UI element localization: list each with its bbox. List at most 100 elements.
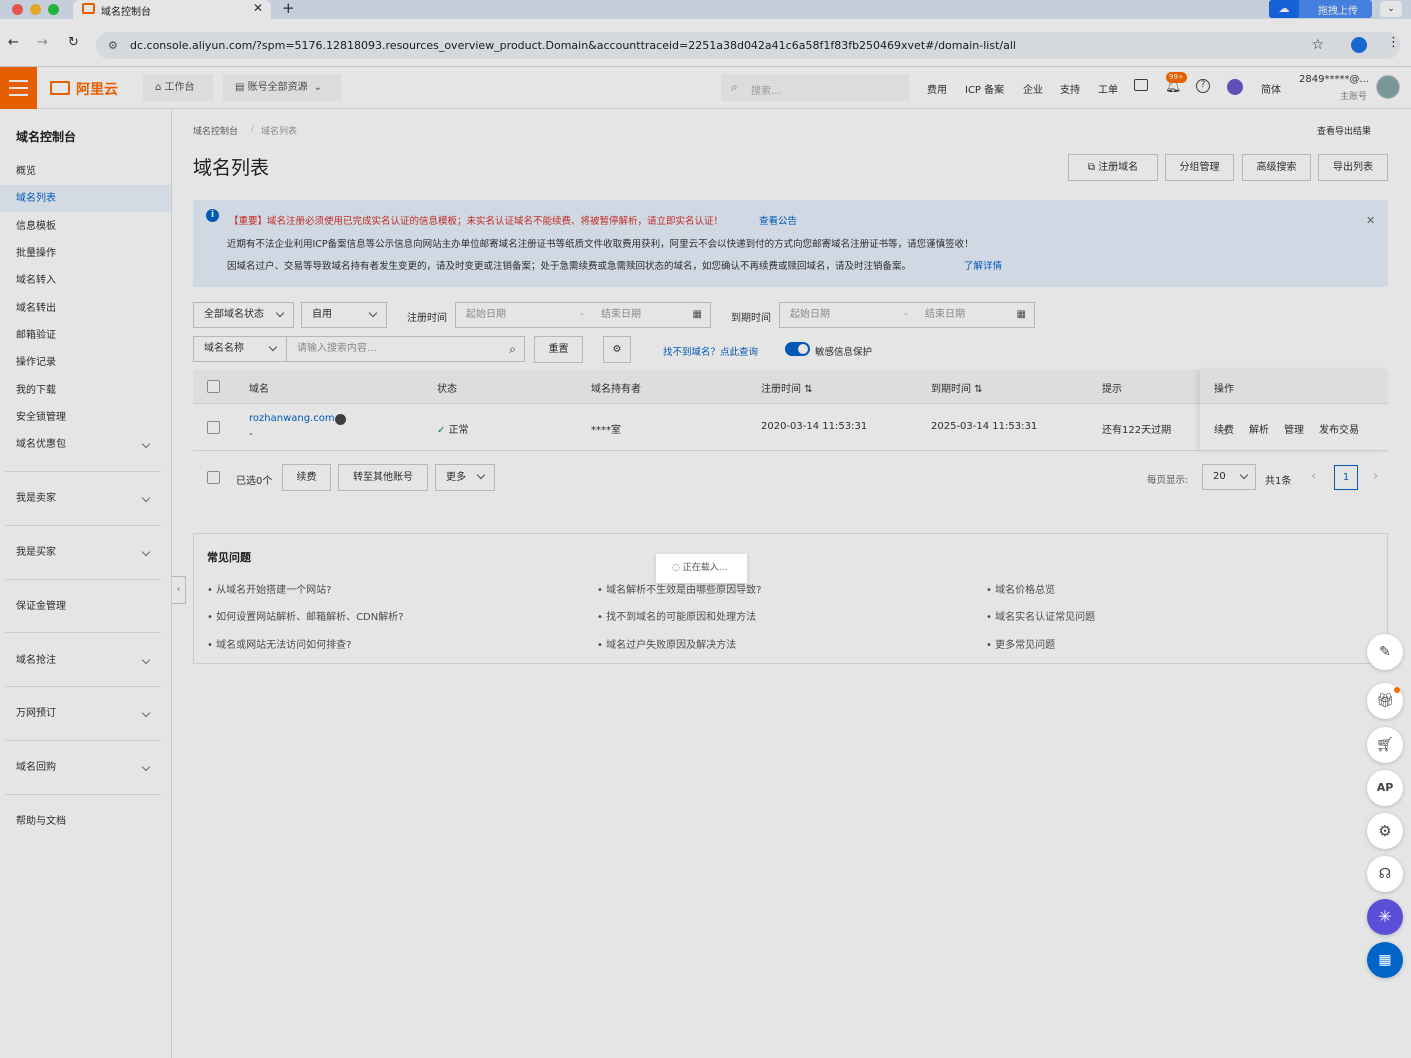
faq-item[interactable]: • 域名或网站无法访问如何排查? [207, 636, 351, 651]
group-manage-button[interactable]: 分组管理 [1165, 154, 1234, 181]
profile-icon[interactable] [1351, 37, 1367, 53]
usage-select[interactable]: 自用 [301, 302, 387, 328]
faq-item[interactable]: • 从域名开始搭建一个网站? [207, 581, 331, 596]
header-exp-time[interactable]: 到期时间 ⇅ [931, 380, 983, 395]
tab-list-icon[interactable]: ⌄ [1380, 1, 1402, 17]
gear-icon[interactable]: ⚙ [1367, 813, 1403, 849]
faq-item[interactable]: • 域名价格总览 [986, 581, 1055, 596]
headset-icon[interactable]: ☊ [1367, 856, 1403, 892]
view-export-result-link[interactable]: 查看导出结果 [1317, 124, 1371, 137]
nav-link-support[interactable]: 支持 [1060, 81, 1080, 96]
close-notice-icon[interactable]: ✕ [1366, 214, 1375, 227]
sidebar-group-backorder[interactable]: 域名抢注 [0, 647, 171, 674]
search-icon[interactable]: ⌕ [509, 337, 516, 361]
header-reg-time[interactable]: 注册时间 ⇅ [761, 380, 813, 395]
reload-icon[interactable]: ↻ [68, 35, 79, 50]
notice-announcement-link[interactable]: 查看公告 [759, 213, 797, 227]
sidebar-group-seller[interactable]: 我是卖家 [0, 485, 171, 512]
reset-button[interactable]: 重置 [534, 336, 583, 363]
upload-widget[interactable]: ☁ 拖拽上传 [1269, 0, 1372, 18]
sidebar-item-templates[interactable]: 信息模板 [0, 213, 171, 240]
menu-icon[interactable] [0, 67, 37, 109]
close-tab-icon[interactable]: ✕ [253, 1, 263, 15]
domain-search-input[interactable]: 请输入搜索内容... ⌕ [286, 336, 525, 362]
avatar[interactable] [1376, 75, 1400, 99]
register-domain-button[interactable]: ⧉ 注册域名 [1068, 154, 1158, 181]
nav-link-icp[interactable]: ICP 备案 [965, 81, 1004, 96]
notice-details-link[interactable]: 了解详情 [964, 258, 1002, 272]
more-dropdown[interactable]: 更多 [435, 464, 495, 491]
prev-page-icon[interactable]: ‹ [1311, 469, 1316, 484]
faq-item[interactable]: • 域名实名认证常见问题 [986, 608, 1095, 623]
cart-icon[interactable]: 🛒︎ [1367, 727, 1403, 763]
resources-dropdown[interactable]: ▤ 账号全部资源 ⌄ [223, 74, 341, 101]
dns-link[interactable]: 解析 [1249, 421, 1269, 436]
workbench-button[interactable]: ⌂ 工作台 [143, 74, 213, 101]
footer-select-all-checkbox[interactable] [207, 471, 220, 484]
faq-item[interactable]: • 域名过户失败原因及解决方法 [597, 636, 736, 651]
page-number-button[interactable]: 1 [1334, 465, 1358, 490]
privacy-toggle[interactable] [785, 342, 810, 356]
domain-not-found-link[interactable]: 找不到域名？点此查询 [663, 344, 758, 358]
sidebar-group-deposit[interactable]: 保证金管理 [0, 593, 171, 620]
settings-gear-icon[interactable]: ⚙ [603, 336, 631, 363]
language-switch[interactable]: 简体 [1261, 81, 1281, 96]
edit-icon[interactable]: ✎ [1367, 634, 1403, 670]
sidebar-item-downloads[interactable]: 我的下载 [0, 377, 171, 404]
maximize-window-button[interactable] [48, 4, 59, 15]
next-page-icon[interactable]: › [1373, 469, 1378, 484]
publish-trade-link[interactable]: 发布交易 [1319, 421, 1359, 436]
browser-menu-icon[interactable]: ⋮ [1387, 35, 1400, 50]
row-checkbox[interactable] [207, 421, 220, 434]
sidebar-group-reserve[interactable]: 万网预订 [0, 700, 171, 727]
export-list-button[interactable]: 导出列表 [1318, 154, 1388, 181]
batch-renew-button[interactable]: 续费 [282, 464, 331, 491]
status-select[interactable]: 全部域名状态 [193, 302, 294, 328]
sidebar-group-buyer[interactable]: 我是买家 [0, 539, 171, 566]
nav-link-ticket[interactable]: 工单 [1098, 81, 1118, 96]
address-bar[interactable]: ⚙ dc.console.aliyun.com/?spm=5176.128180… [96, 32, 1400, 59]
faq-item[interactable]: • 如何设置网站解析、邮箱解析、CDN解析? [207, 608, 404, 623]
faq-item[interactable]: • 域名解析不生效是由哪些原因导致? [597, 581, 761, 596]
sidebar-item-discount-pack[interactable]: 域名优惠包 [0, 431, 171, 458]
domain-link[interactable]: rozhanwang.com [249, 413, 335, 424]
sidebar-group-buyback[interactable]: 域名回购 [0, 754, 171, 781]
terminal-icon[interactable] [1134, 79, 1148, 91]
sidebar-item-batch[interactable]: 批量操作 [0, 240, 171, 267]
minimize-window-button[interactable] [30, 4, 41, 15]
collapse-sidebar-icon[interactable]: ‹ [172, 576, 186, 604]
back-icon[interactable]: ← [8, 35, 19, 50]
apps-grid-icon[interactable]: ▦ [1367, 942, 1403, 978]
advanced-search-button[interactable]: 高级搜索 [1242, 154, 1311, 181]
account-name[interactable]: 2849*****@... [1299, 74, 1369, 85]
new-tab-icon[interactable]: + [282, 0, 295, 17]
bookmark-star-icon[interactable]: ☆ [1311, 32, 1324, 59]
sidebar-item-transfer-in[interactable]: 域名转入 [0, 267, 171, 294]
faq-item[interactable]: • 更多常见问题 [986, 636, 1055, 651]
aliyun-logo[interactable]: 阿里云 [50, 78, 122, 98]
close-window-button[interactable] [12, 4, 23, 15]
manage-link[interactable]: 管理 [1284, 421, 1304, 436]
global-search-input[interactable]: ⌕ 搜索... [721, 74, 909, 101]
search-type-select[interactable]: 域名名称 [193, 336, 287, 362]
reg-date-range[interactable]: 起始日期 - 结束日期 ▦ [455, 302, 711, 328]
sidebar-item-domain-list[interactable]: 域名列表 [0, 185, 171, 212]
help-icon[interactable]: ? [1196, 79, 1210, 93]
browser-tab[interactable]: 域名控制台 ✕ [73, 0, 271, 19]
sidebar-item-operation-log[interactable]: 操作记录 [0, 349, 171, 376]
sidebar-group-help[interactable]: 帮助与文档 [0, 808, 171, 835]
sidebar-item-transfer-out[interactable]: 域名转出 [0, 295, 171, 322]
select-all-checkbox[interactable] [207, 380, 220, 393]
per-page-select[interactable]: 20 [1202, 464, 1256, 490]
site-info-icon[interactable]: ⚙ [108, 32, 118, 59]
nav-link-billing[interactable]: 费用 [927, 81, 947, 96]
nav-link-enterprise[interactable]: 企业 [1023, 81, 1043, 96]
api-icon[interactable]: AP [1367, 770, 1403, 806]
sidebar-item-email-verify[interactable]: 邮箱验证 [0, 322, 171, 349]
breadcrumb-root[interactable]: 域名控制台 [193, 124, 238, 137]
ai-star-icon[interactable]: ✳ [1367, 899, 1403, 935]
ai-assistant-icon[interactable] [1227, 79, 1243, 95]
transfer-account-button[interactable]: 转至其他账号 [338, 464, 428, 491]
sidebar-item-security-lock[interactable]: 安全锁管理 [0, 404, 171, 431]
faq-item[interactable]: • 找不到域名的可能原因和处理方法 [597, 608, 756, 623]
